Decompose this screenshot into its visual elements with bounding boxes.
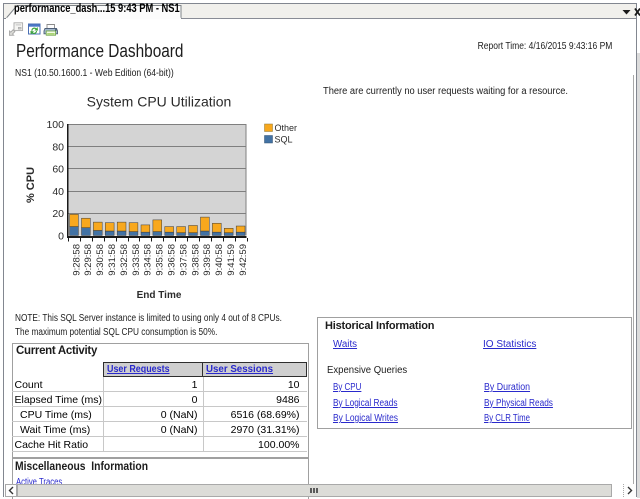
svg-text:9:33:58: 9:33:58 xyxy=(131,244,142,276)
svg-text:9:29:58: 9:29:58 xyxy=(83,244,94,276)
svg-text:9:40:58: 9:40:58 xyxy=(214,244,225,276)
svg-text:60: 60 xyxy=(52,164,64,176)
svg-text:SQL: SQL xyxy=(275,134,293,144)
svg-text:% CPU: % CPU xyxy=(25,167,37,203)
svg-text:9:39:58: 9:39:58 xyxy=(202,244,213,276)
svg-text:0: 0 xyxy=(58,231,64,243)
svg-text:Other: Other xyxy=(275,123,298,133)
svg-text:End Time: End Time xyxy=(137,290,182,301)
svg-text:100: 100 xyxy=(46,119,64,131)
svg-text:9:41:59: 9:41:59 xyxy=(226,244,237,276)
svg-text:9:34:58: 9:34:58 xyxy=(143,244,154,276)
svg-text:9:36:58: 9:36:58 xyxy=(167,244,178,276)
svg-text:9:38:58: 9:38:58 xyxy=(190,244,201,276)
svg-text:9:42:59: 9:42:59 xyxy=(238,244,249,276)
svg-text:9:28:58: 9:28:58 xyxy=(71,244,82,276)
svg-text:9:35:58: 9:35:58 xyxy=(155,244,166,276)
svg-text:9:31:58: 9:31:58 xyxy=(107,244,118,276)
svg-text:9:37:58: 9:37:58 xyxy=(178,244,189,276)
svg-text:80: 80 xyxy=(52,141,64,153)
svg-text:System CPU Utilization: System CPU Utilization xyxy=(87,93,232,109)
svg-text:9:32:58: 9:32:58 xyxy=(119,244,130,276)
svg-text:20: 20 xyxy=(52,208,64,220)
svg-text:9:30:58: 9:30:58 xyxy=(95,244,106,276)
svg-text:40: 40 xyxy=(52,186,64,198)
